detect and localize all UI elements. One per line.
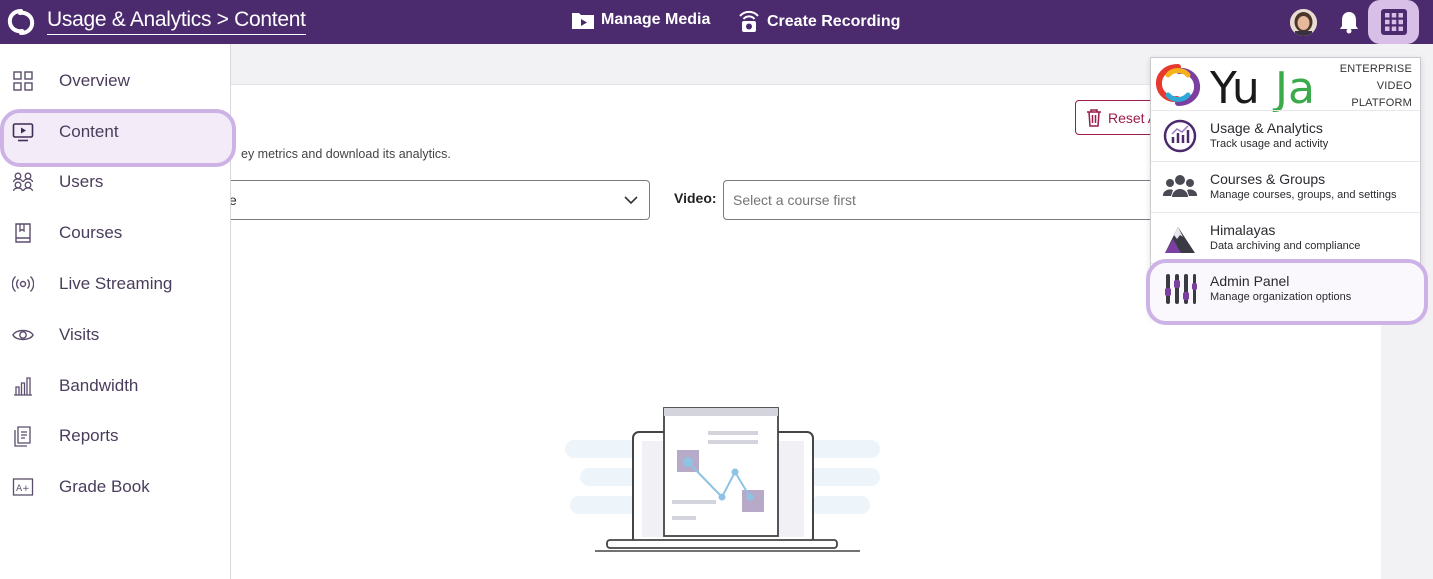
broadcast-icon — [12, 276, 34, 292]
course-select[interactable]: e — [229, 180, 650, 220]
menu-item-subtitle: Data archiving and compliance — [1210, 240, 1361, 252]
avatar[interactable] — [1290, 9, 1317, 36]
svg-text:Ja: Ja — [1272, 63, 1315, 113]
media-folder-icon — [572, 13, 594, 29]
grade-icon: A+ — [12, 478, 34, 496]
bar-chart-icon — [14, 377, 32, 396]
yuja-brand-logo: Yu Ja — [1155, 63, 1315, 113]
users-icon — [12, 172, 34, 192]
sidebar-item-grade-book[interactable]: A+ Grade Book — [0, 465, 231, 509]
sidebar-item-visits[interactable]: Visits — [0, 313, 231, 357]
sidebar-item-label: Reports — [59, 426, 119, 445]
video-input[interactable] — [723, 180, 1163, 220]
bell-icon[interactable] — [1338, 10, 1360, 34]
yuja-logo-icon[interactable] — [6, 8, 36, 36]
grid-icon — [13, 71, 33, 91]
apps-button[interactable] — [1368, 0, 1419, 44]
sidebar-item-label: Overview — [59, 71, 130, 90]
tagline-line: VIDEO — [1376, 80, 1412, 92]
sidebar-item-label: Courses — [59, 223, 123, 242]
tagline-line: ENTERPRISE — [1339, 63, 1412, 75]
camera-icon — [739, 10, 759, 32]
top-bar: Usage & Analytics > Content Manage Media… — [0, 0, 1433, 44]
sliders-icon — [1165, 274, 1197, 304]
sidebar-item-bandwidth[interactable]: Bandwidth — [0, 364, 231, 408]
chevron-down-icon — [624, 196, 638, 205]
svg-text:Yu: Yu — [1209, 63, 1260, 113]
avatar-image — [1290, 9, 1317, 36]
monitor-play-icon — [12, 123, 34, 142]
apps-menu: Yu Ja ENTERPRISE VIDEO PLATFORM Usage & … — [1146, 57, 1428, 325]
sidebar-item-courses[interactable]: Courses — [0, 211, 231, 255]
menu-item-title: Courses & Groups — [1210, 171, 1326, 187]
menu-item-subtitle: Manage courses, groups, and settings — [1210, 189, 1397, 201]
menu-item-himalayas[interactable]: Himalayas Data archiving and compliance — [1151, 212, 1420, 262]
menu-item-courses-groups[interactable]: Courses & Groups Manage courses, groups,… — [1151, 161, 1420, 211]
menu-item-subtitle: Track usage and activity — [1210, 138, 1329, 150]
platform-tagline: ENTERPRISE VIDEO PLATFORM — [1340, 61, 1412, 112]
breadcrumb[interactable]: Usage & Analytics > Content — [47, 8, 306, 35]
sidebar-item-label: Users — [59, 172, 104, 191]
sidebar-item-content[interactable]: Content — [0, 109, 236, 167]
trash-icon — [1087, 108, 1101, 127]
empty-state-illustration — [565, 407, 880, 552]
sidebar-item-label: Content — [59, 122, 119, 141]
sidebar-item-reports[interactable]: Reports — [0, 414, 231, 458]
eye-icon — [12, 329, 34, 341]
report-icon — [14, 426, 31, 447]
menu-item-title: Himalayas — [1210, 222, 1276, 238]
sidebar-item-label: Bandwidth — [59, 376, 139, 395]
menu-item-admin-panel[interactable]: Admin Panel Manage organization options — [1146, 259, 1428, 325]
sidebar-item-label: Visits — [59, 325, 100, 344]
sidebar-item-live-streaming[interactable]: Live Streaming — [0, 262, 231, 306]
menu-item-subtitle: Manage organization options — [1210, 291, 1352, 303]
svg-text:A+: A+ — [16, 484, 30, 494]
page-description: ey metrics and download its analytics. — [241, 147, 451, 161]
analytics-icon — [1163, 119, 1197, 153]
manage-media-button[interactable]: Manage Media — [571, 10, 710, 30]
create-recording-button[interactable]: Create Recording — [737, 10, 900, 34]
sidebar-item-label: Live Streaming — [59, 274, 173, 293]
apps-grid-icon — [1380, 9, 1407, 35]
manage-media-label: Manage Media — [601, 11, 711, 28]
sidebar-item-label: Grade Book — [59, 477, 150, 496]
menu-item-usage-analytics[interactable]: Usage & Analytics Track usage and activi… — [1151, 110, 1420, 160]
menu-item-title: Admin Panel — [1210, 273, 1290, 289]
sidebar: Overview Content Users Courses Live Stre… — [0, 44, 236, 579]
video-label: Video: — [674, 190, 717, 206]
groups-icon — [1163, 175, 1197, 197]
menu-item-title: Usage & Analytics — [1210, 120, 1323, 136]
sidebar-item-overview[interactable]: Overview — [0, 59, 231, 103]
sidebar-item-users[interactable]: Users — [0, 160, 231, 204]
book-icon — [15, 223, 31, 243]
mountain-icon — [1165, 227, 1195, 253]
create-recording-label: Create Recording — [767, 13, 901, 30]
